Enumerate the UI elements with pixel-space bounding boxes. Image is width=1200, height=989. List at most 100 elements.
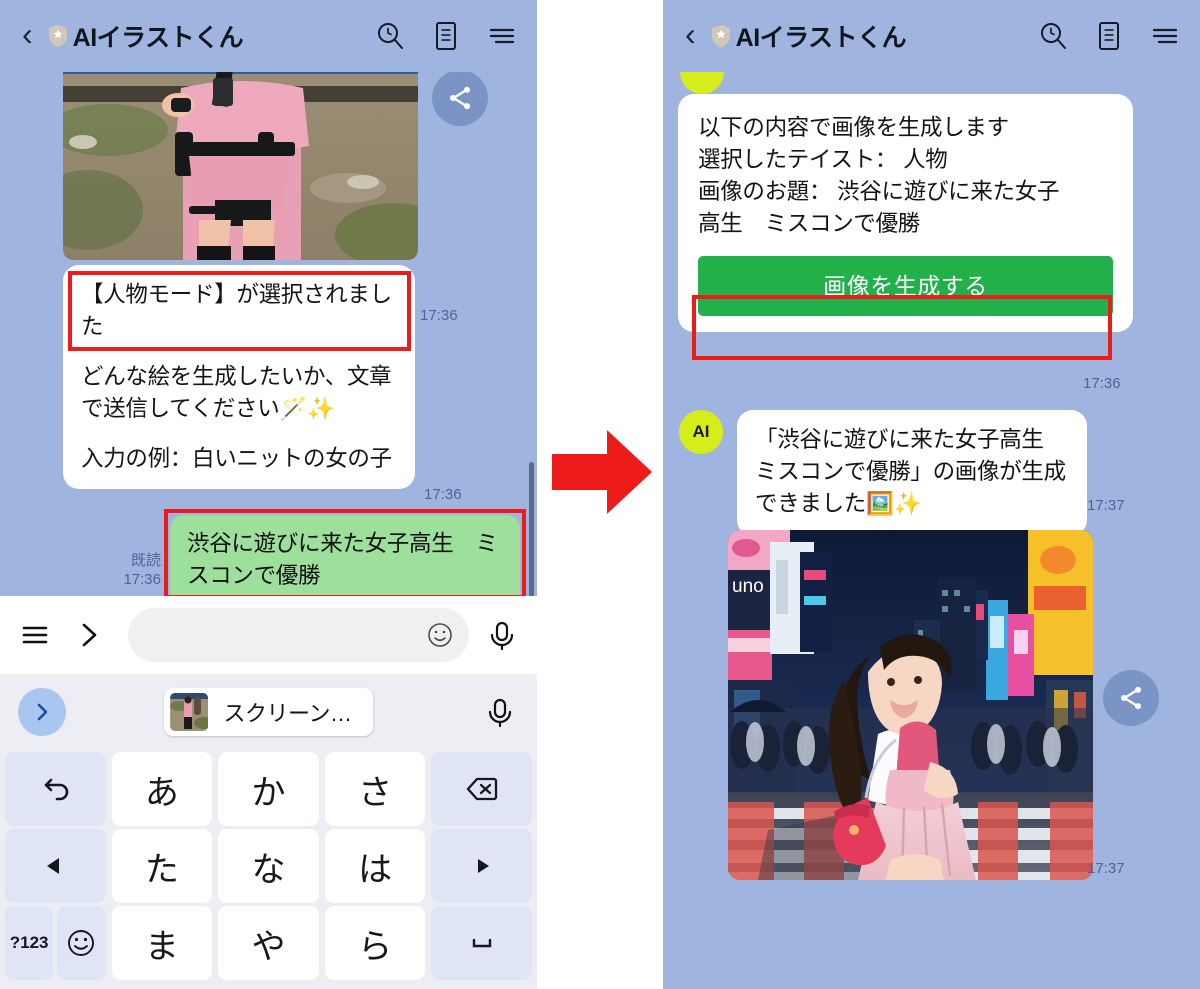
message-input-row	[0, 596, 537, 674]
key-cursor-left[interactable]	[5, 829, 106, 903]
svg-text:uno: uno	[732, 576, 764, 597]
verified-shield-icon-right	[711, 25, 730, 48]
generate-image-button[interactable]: 画像を生成する	[698, 255, 1113, 317]
step-arrow	[552, 424, 652, 520]
confirm-line1: 以下の内容で画像を生成します	[698, 115, 1009, 140]
confirm-timestamp: 17:36	[1083, 375, 1121, 392]
key-ma[interactable]: ま	[111, 906, 213, 980]
mode-selected-line2: た	[81, 313, 104, 339]
share-button-left[interactable]	[432, 72, 488, 126]
key-ka[interactable]: か	[218, 752, 319, 826]
picture-sparkle-emoji: 🖼️✨	[866, 490, 922, 516]
chevron-right-circle-icon[interactable]	[18, 687, 66, 736]
notes-icon-right[interactable]	[1092, 19, 1126, 53]
message-bot-instructions[interactable]: 【人物モード】が選択されまし た どんな絵を生成したいか、文章 で送信してくださ…	[63, 265, 415, 489]
key-ha[interactable]: は	[324, 829, 426, 903]
notes-icon[interactable]	[429, 19, 463, 53]
message-ai-reply[interactable]: AI 「渋谷に遊びに来た女子高生 ミスコンで優勝」の画像が生成 できました🖼️✨	[679, 410, 1087, 536]
ai-avatar-badge[interactable]: AI	[679, 410, 723, 454]
user-message-line2: スコンで優勝	[187, 562, 321, 588]
key-space[interactable]	[431, 906, 532, 980]
instruction-example: 入力の例：白いニットの女の子	[81, 445, 392, 471]
photo-pink-outfit[interactable]	[63, 72, 418, 260]
ai-reply-timestamp: 17:37	[1087, 497, 1125, 514]
back-icon-right[interactable]: ‹	[685, 18, 696, 50]
japanese-keyboard[interactable]: あ か さ た な は ?123 ま や ら	[0, 749, 537, 989]
instruction-line1: どんな絵を生成したいか、文章	[81, 363, 392, 389]
message-photo[interactable]	[63, 72, 418, 260]
chat-message-list-left[interactable]: 17:36 【人物モード】が選択されまし た どんな絵を生成したいか、文章 で送…	[0, 72, 537, 989]
hamburger-menu-icon[interactable]	[485, 19, 519, 53]
suggestion-chip-label: スクリーン…	[223, 700, 352, 726]
search-icon-right[interactable]	[1036, 19, 1070, 53]
arrow-right-icon	[477, 859, 489, 873]
key-ra[interactable]: ら	[324, 906, 426, 980]
instruction-line2: で送信してください🪄✨	[81, 393, 397, 425]
confirm-line3: 画像のお題： 渋谷に遊びに来た女子	[698, 178, 1060, 204]
ai-reply-wrap: AI 「渋谷に遊びに来た女子高生 ミスコンで優勝」の画像が生成 できました🖼️✨	[679, 410, 1087, 536]
keyboard-row-1: あ か さ	[2, 752, 535, 826]
key-undo[interactable]	[5, 752, 106, 826]
share-icon-right[interactable]	[1103, 670, 1159, 726]
key-ta[interactable]: た	[111, 829, 213, 903]
message-confirm[interactable]: 以下の内容で画像を生成します 選択したテイスト： 人物 画像のお題： 渋谷に遊び…	[678, 94, 1133, 333]
ai-reply-bubble: 「渋谷に遊びに来た女子高生 ミスコンで優勝」の画像が生成 できました🖼️✨	[737, 410, 1087, 536]
share-icon[interactable]	[432, 72, 488, 126]
confirm-bubble: 以下の内容で画像を生成します 選択したテイスト： 人物 画像のお題： 渋谷に遊び…	[678, 94, 1133, 333]
chevron-right-icon[interactable]	[70, 616, 108, 654]
wand-sparkle-emoji: 🪄✨	[279, 395, 335, 421]
key-symbols[interactable]: ?123	[5, 906, 54, 980]
confirm-line4: 高生 ミスコンで優勝	[698, 210, 921, 236]
message-user[interactable]: 渋谷に遊びに来た女子高生 ミ スコンで優勝	[170, 515, 520, 605]
chat-header-right: ‹ AIイラストくん	[663, 0, 1200, 72]
key-emoji[interactable]	[57, 906, 106, 980]
bot-bubble: 【人物モード】が選択されまし た どんな絵を生成したいか、文章 で送信してくださ…	[63, 265, 415, 489]
share-button-right[interactable]	[1103, 670, 1159, 726]
generated-image-timestamp: 17:37	[1087, 860, 1125, 877]
bot-bubble-timestamp: 17:36	[424, 486, 462, 503]
confirm-line2: 選択したテイスト： 人物	[698, 146, 948, 172]
ai-avatar	[680, 72, 724, 94]
scrollbar-thumb[interactable]	[529, 462, 534, 597]
page-title-right: AIイラストくん	[735, 24, 907, 52]
arrow-left-icon	[47, 858, 60, 874]
message-generated-image[interactable]: uno	[728, 530, 1093, 880]
read-status-label: 既読	[130, 552, 161, 569]
key-ya[interactable]: や	[218, 906, 319, 980]
back-icon[interactable]: ‹	[22, 18, 33, 50]
shibuya-schoolgirl-generated-image[interactable]: uno	[728, 530, 1093, 880]
key-backspace[interactable]	[431, 752, 532, 826]
ai-reply-line3-text: できました	[755, 490, 867, 516]
key-sa[interactable]: さ	[324, 752, 426, 826]
search-input[interactable]	[128, 608, 469, 662]
chat-message-list-right[interactable]: 以下の内容で画像を生成します 選択したテイスト： 人物 画像のお題： 渋谷に遊び…	[663, 72, 1200, 989]
ai-reply-line1: 「渋谷に遊びに来た女子高生	[755, 427, 1044, 452]
keyboard-row-3: ?123 ま や ら	[2, 906, 535, 980]
microphone-icon-suggestion[interactable]	[481, 693, 519, 731]
microphone-icon[interactable]	[483, 616, 521, 654]
left-phone-screen: ‹ AIイラストくん 17:36 【人物モード】が選択されまし た どんな絵を生…	[0, 0, 537, 989]
screenshot-thumbnail	[169, 692, 208, 731]
instruction-line2-text: で送信してください	[81, 395, 280, 421]
user-message-line1: 渋谷に遊びに来た女子高生 ミ	[187, 531, 498, 556]
smiley-icon[interactable]	[425, 620, 455, 650]
keyboard-area: スクリーン… あ か さ た な は ?123 ま や ら	[0, 596, 537, 989]
keyboard-row-2: た な は	[2, 829, 535, 903]
key-na[interactable]: な	[218, 829, 319, 903]
key-group-symbols: ?123	[5, 906, 106, 980]
search-icon[interactable]	[373, 19, 407, 53]
page-title: AIイラストくん	[72, 24, 244, 52]
suggestion-chip[interactable]: スクリーン…	[163, 687, 374, 736]
hamburger-menu-icon[interactable]	[16, 616, 54, 654]
hamburger-menu-icon-right[interactable]	[1148, 19, 1182, 53]
chat-header-left: ‹ AIイラストくん	[0, 0, 537, 72]
key-a[interactable]: あ	[111, 752, 213, 826]
arrow-right-icon	[552, 430, 652, 514]
read-receipt: 既読 17:36	[105, 552, 161, 590]
mode-selected-line1: 【人物モード】が選択されまし	[81, 282, 392, 307]
verified-shield-icon	[48, 25, 67, 48]
key-cursor-right[interactable]	[431, 829, 532, 903]
bubble-spacer-2	[81, 425, 397, 443]
photo-timestamp: 17:36	[420, 307, 458, 324]
user-bubble: 渋谷に遊びに来た女子高生 ミ スコンで優勝	[170, 515, 520, 605]
